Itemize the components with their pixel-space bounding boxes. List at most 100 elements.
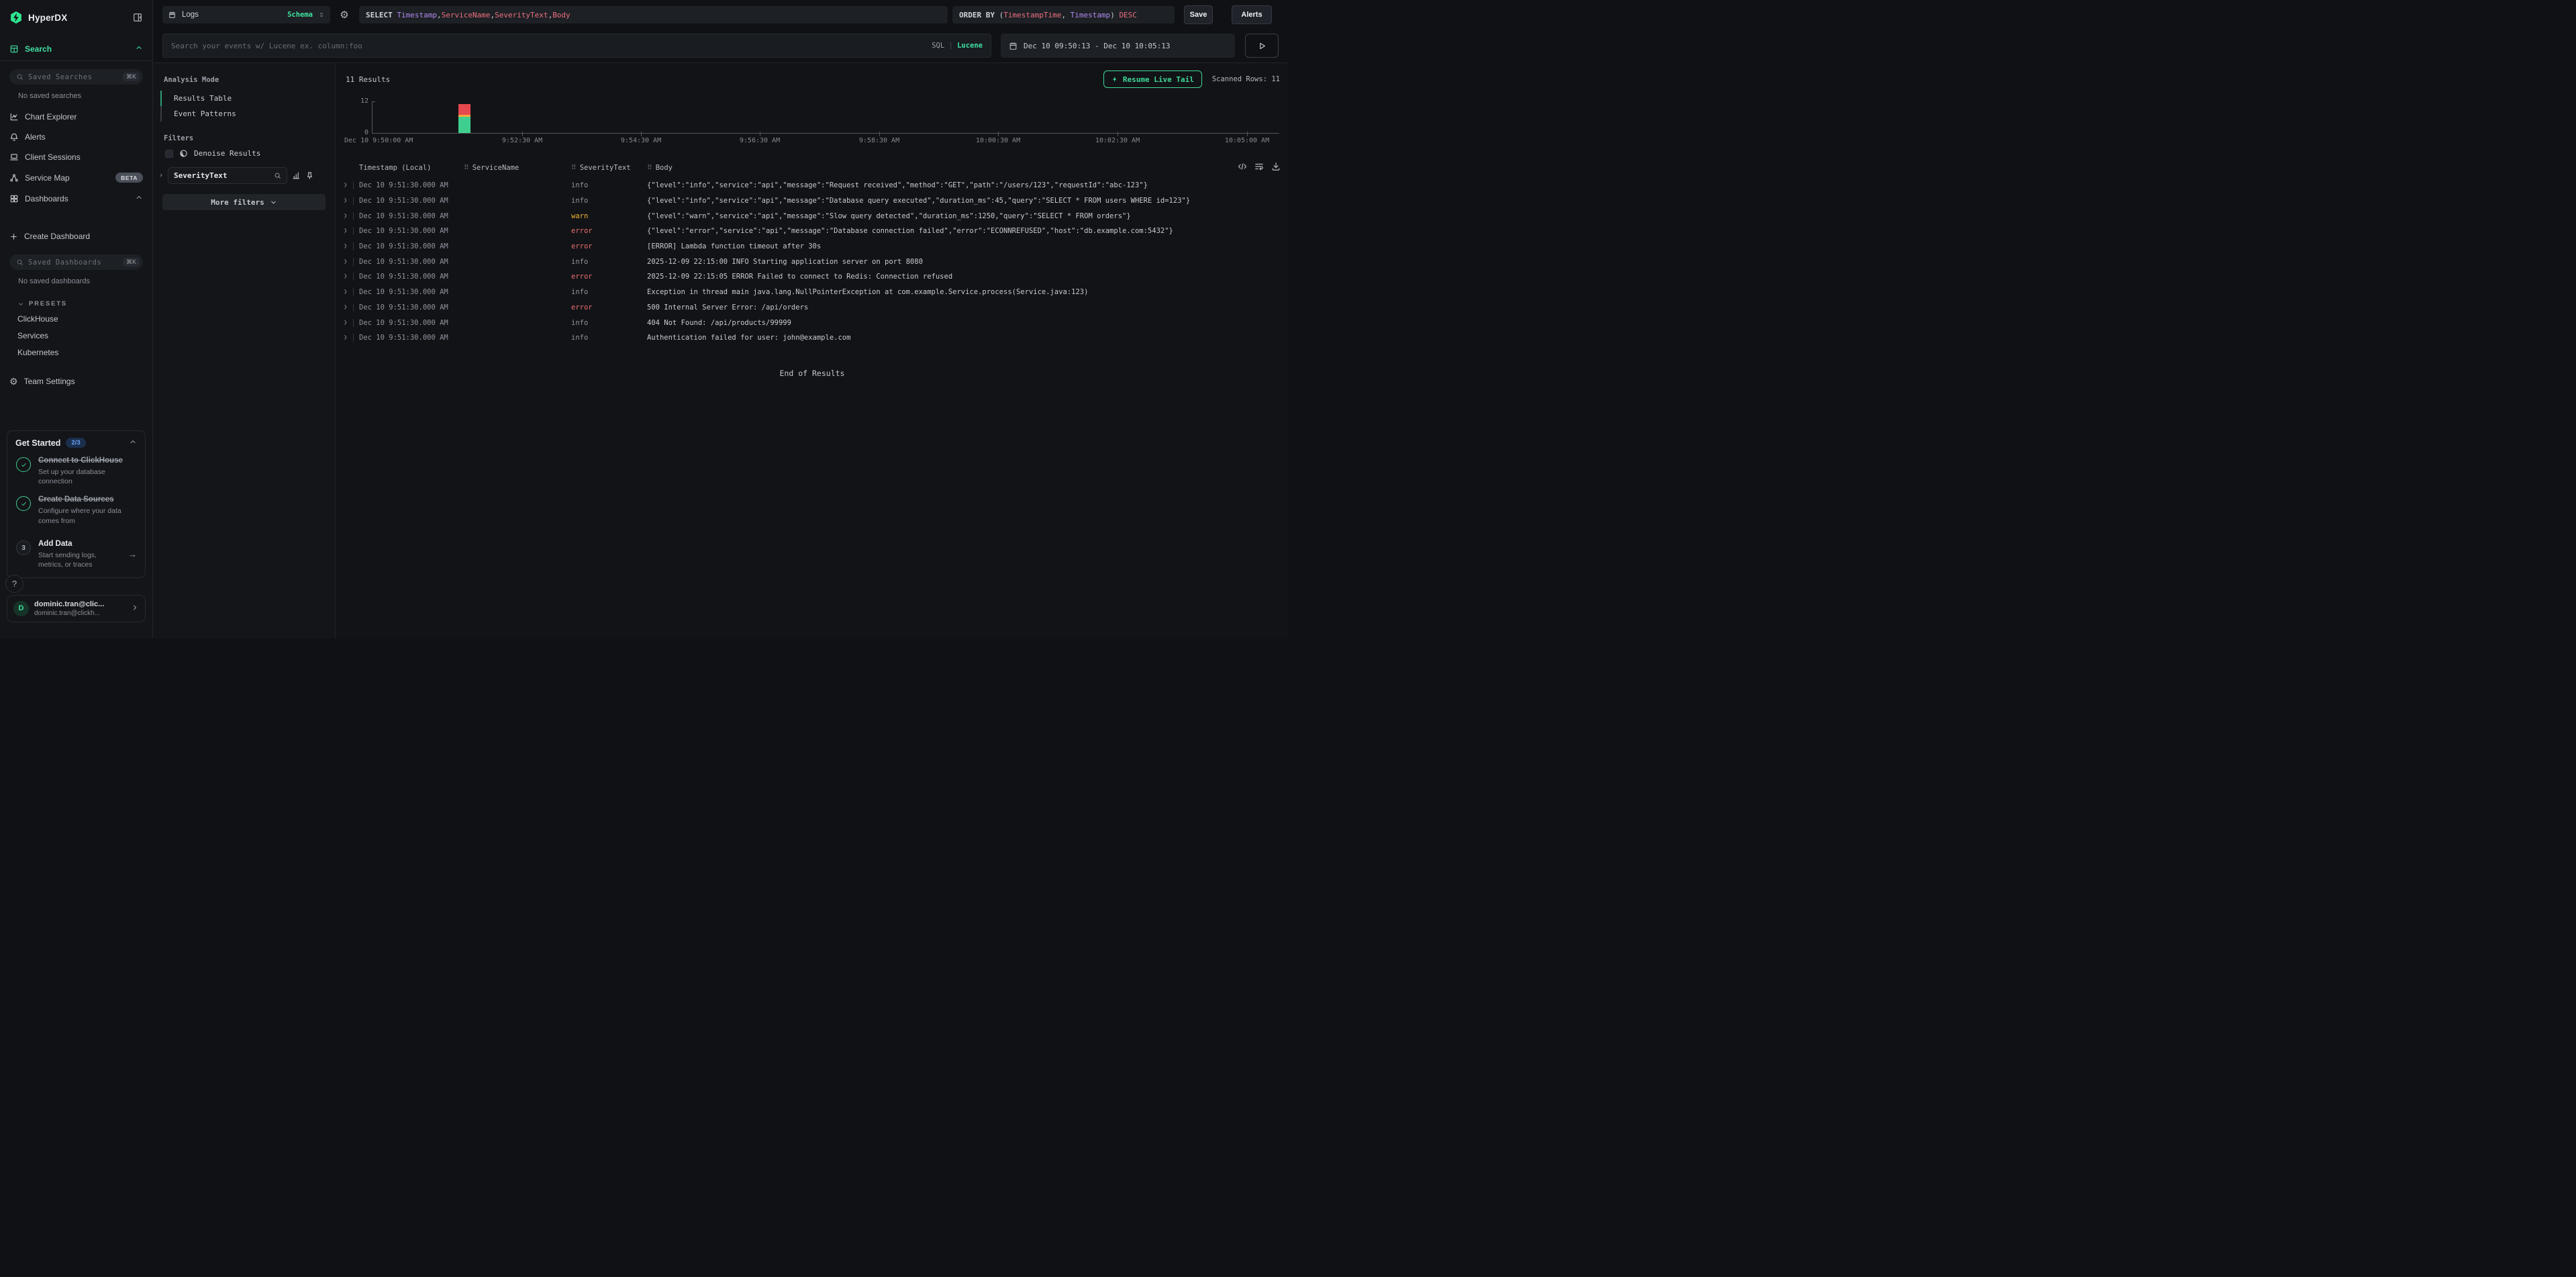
expand-row-icon[interactable]: ❯ (344, 334, 350, 341)
log-row[interactable]: ❯Dec 10 9:51:30.000 AMerror2025-12-09 22… (336, 269, 1288, 285)
get-started-step-add-data[interactable]: 3 Add Data Start sending logs, metrics, … (15, 539, 137, 569)
log-row[interactable]: ❯Dec 10 9:51:30.000 AMinfoAuthentication… (336, 330, 1288, 346)
search-icon (274, 172, 281, 179)
create-dashboard-button[interactable]: Create Dashboard (0, 226, 152, 246)
help-button[interactable]: ? (5, 575, 23, 593)
sidebar-item-search[interactable]: Search (0, 38, 152, 59)
resume-live-tail-button[interactable]: Resume Live Tail (1103, 70, 1202, 88)
preset-item-services[interactable]: Services (0, 327, 152, 344)
topbar: Logs Schema ⚙ SELECT Timestamp,ServiceNa… (153, 0, 1288, 63)
chevron-up-icon[interactable] (135, 193, 143, 203)
saved-searches-input[interactable]: Saved Searches ⌘K (9, 69, 143, 85)
download-icon[interactable] (1271, 162, 1281, 171)
order-by-input[interactable]: ORDER BY (TimestampTime, Timestamp) DESC (952, 6, 1175, 23)
alerts-button[interactable]: Alerts (1232, 5, 1272, 24)
column-header-servicename[interactable]: ⠿ServiceName (464, 164, 571, 176)
chart-explorer-icon (9, 112, 19, 122)
user-email: dominic.tran@clickh... (34, 609, 104, 618)
sidebar-item-service-map[interactable]: Service Map BETA (0, 167, 152, 188)
drag-handle-icon[interactable]: ⠿ (571, 164, 577, 172)
cell-severity: info (571, 258, 647, 266)
results-count: 11 Results (346, 75, 390, 84)
chevron-up-icon[interactable] (129, 438, 137, 448)
get-started-step-sources[interactable]: Create Data Sources Configure where your… (15, 495, 137, 525)
sidebar-item-label: Chart Explorer (25, 112, 77, 122)
log-row[interactable]: ❯Dec 10 9:51:30.000 AMwarn{"level":"warn… (336, 208, 1288, 224)
cell-body: {"level":"warn","service":"api","message… (647, 212, 1288, 220)
pin-icon[interactable] (305, 171, 314, 180)
chevron-up-icon[interactable] (135, 44, 143, 54)
column-header-body[interactable]: ⠿Body (647, 164, 1288, 176)
log-row[interactable]: ❯Dec 10 9:51:30.000 AMinfo2025-12-09 22:… (336, 254, 1288, 269)
log-row[interactable]: ❯Dec 10 9:51:30.000 AMinfoException in t… (336, 285, 1288, 300)
expand-row-icon[interactable]: ❯ (344, 182, 350, 189)
source-settings-button[interactable]: ⚙ (337, 7, 352, 23)
sidebar-item-dashboards[interactable]: Dashboards (0, 188, 152, 209)
source-select[interactable]: Logs Schema (162, 6, 330, 23)
log-row[interactable]: ❯Dec 10 9:51:30.000 AMerror[ERROR] Lambd… (336, 239, 1288, 254)
end-of-results-text: End of Results (336, 369, 1288, 378)
more-filters-button[interactable]: More filters (162, 194, 326, 210)
column-header-timestamp[interactable]: Timestamp (Local) (359, 164, 464, 176)
sidebar-item-alerts[interactable]: Alerts (0, 127, 152, 147)
expand-filter-icon[interactable]: › (159, 172, 163, 179)
expand-row-icon[interactable]: ❯ (344, 243, 350, 250)
sql-keyword: SELECT (366, 11, 397, 19)
user-menu[interactable]: D dominic.tran@clic... dominic.tran@clic… (7, 595, 146, 622)
gear-icon: ⚙ (340, 9, 348, 21)
saved-dashboards-input[interactable]: Saved Dashboards ⌘K (9, 254, 143, 270)
log-row[interactable]: ❯Dec 10 9:51:30.000 AMerror500 Internal … (336, 300, 1288, 316)
preset-item-kubernetes[interactable]: Kubernetes (0, 344, 152, 361)
sidebar-item-client-sessions[interactable]: Client Sessions (0, 147, 152, 167)
cell-severity: info (571, 288, 647, 296)
save-button[interactable]: Save (1184, 5, 1213, 24)
filter-field-severitytext[interactable]: SeverityText (168, 167, 287, 184)
log-row[interactable]: ❯Dec 10 9:51:30.000 AMinfo{"level":"info… (336, 193, 1288, 209)
time-range-picker[interactable]: Dec 10 09:50:13 - Dec 10 10:05:13 (1001, 34, 1235, 58)
log-row[interactable]: ❯Dec 10 9:51:30.000 AMinfo{"level":"info… (336, 178, 1288, 193)
select-query-input[interactable]: SELECT Timestamp,ServiceName,SeverityTex… (359, 6, 948, 23)
kbd-shortcut: ⌘K (123, 73, 140, 81)
search-placeholder: Search your events w/ Lucene ex. column:… (171, 42, 932, 50)
expand-row-icon[interactable]: ❯ (344, 273, 350, 280)
expand-row-icon[interactable]: ❯ (344, 228, 350, 234)
presets-section-toggle[interactable]: PRESETS (0, 292, 152, 310)
denoise-checkbox[interactable] (165, 150, 173, 158)
expand-row-icon[interactable]: ❯ (344, 213, 350, 220)
expand-row-icon[interactable]: ❯ (344, 197, 350, 204)
drag-handle-icon[interactable]: ⠿ (464, 164, 469, 172)
sidebar-item-team-settings[interactable]: ⚙ Team Settings (0, 371, 152, 391)
sidebar-item-chart-explorer[interactable]: Chart Explorer (0, 107, 152, 127)
expand-row-icon[interactable]: ❯ (344, 258, 350, 265)
bar-chart-icon[interactable] (292, 171, 301, 180)
row-divider (353, 303, 354, 312)
expand-row-icon[interactable]: ❯ (344, 289, 350, 295)
search-input[interactable]: Search your events w/ Lucene ex. column:… (162, 34, 991, 58)
cell-body: Exception in thread main java.lang.NullP… (647, 288, 1288, 296)
bar-segment-error[interactable] (458, 104, 470, 115)
bar-segment-warn[interactable] (458, 115, 470, 117)
expand-row-icon[interactable]: ❯ (344, 304, 350, 311)
code-view-icon[interactable] (1238, 162, 1247, 171)
wrap-text-icon[interactable] (1254, 162, 1264, 171)
x-axis (372, 133, 1279, 134)
preset-item-clickhouse[interactable]: ClickHouse (0, 310, 152, 327)
collapse-sidebar-icon[interactable] (132, 12, 143, 23)
bar-segment-info[interactable] (458, 117, 470, 133)
column-header-severitytext[interactable]: ⠿SeverityText (571, 164, 647, 176)
run-query-button[interactable] (1245, 34, 1279, 58)
time-range-value: Dec 10 09:50:13 - Dec 10 10:05:13 (1024, 42, 1171, 50)
analysis-mode-event-patterns[interactable]: Event Patterns (160, 106, 335, 122)
cell-severity: error (571, 227, 647, 235)
cell-severity: error (571, 303, 647, 312)
mode-toggle-sql[interactable]: SQL (932, 42, 944, 50)
search-icon (16, 73, 23, 81)
expand-row-icon[interactable]: ❯ (344, 320, 350, 326)
log-row[interactable]: ❯Dec 10 9:51:30.000 AMerror{"level":"err… (336, 224, 1288, 239)
mode-toggle-lucene[interactable]: Lucene (957, 42, 983, 50)
analysis-mode-results-table[interactable]: Results Table (160, 91, 335, 106)
log-row[interactable]: ❯Dec 10 9:51:30.000 AMinfo404 Not Found:… (336, 315, 1288, 330)
get-started-step-connect[interactable]: Connect to ClickHouse Set up your databa… (15, 456, 137, 486)
create-dashboard-label: Create Dashboard (24, 232, 90, 241)
drag-handle-icon[interactable]: ⠿ (647, 164, 652, 172)
